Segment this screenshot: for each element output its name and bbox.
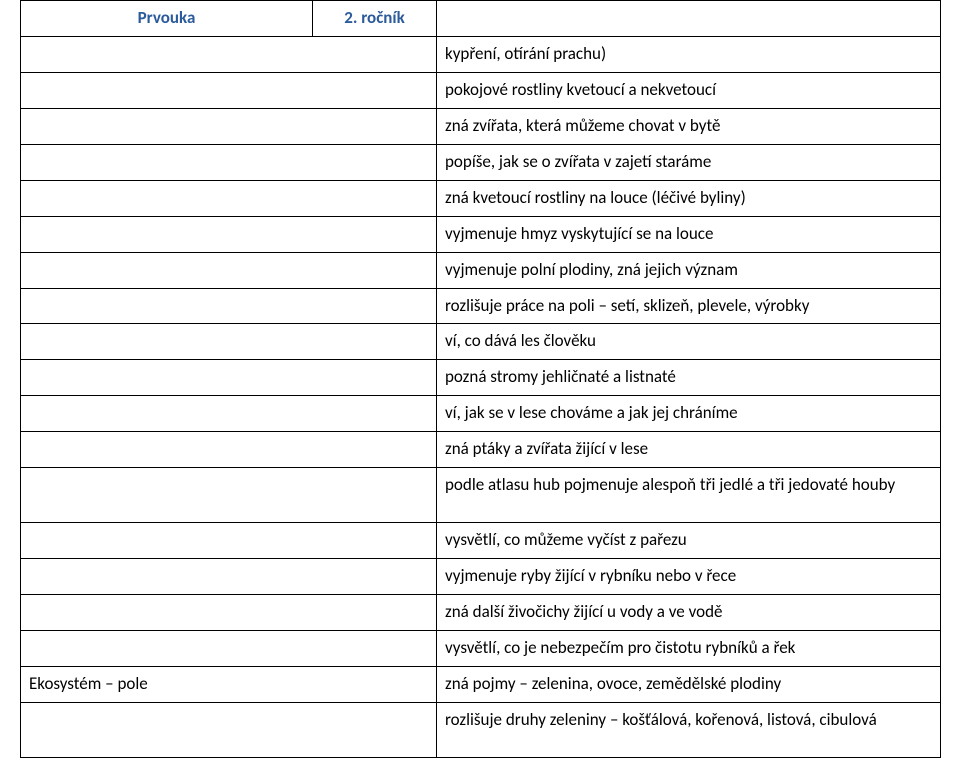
table-row: zná kvetoucí rostliny na louce (léčivé b… (21, 180, 941, 216)
row-right-cell: ví, jak se v lese chováme a jak jej chrá… (437, 396, 941, 432)
row-left-cell (21, 432, 437, 468)
row-right-cell: zná zvířata, která můžeme chovat v bytě (437, 108, 941, 144)
row-right-cell: zná pojmy – zelenina, ovoce, zemědělské … (437, 666, 941, 702)
table-row: podle atlasu hub pojmenuje alespoň tři j… (21, 468, 941, 523)
table-header-row: Prvouka2. ročník (21, 1, 941, 37)
row-right-cell: zná kvetoucí rostliny na louce (léčivé b… (437, 180, 941, 216)
row-right-cell: pokojové rostliny kvetoucí a nekvetoucí (437, 72, 941, 108)
table-row: zná další živočichy žijící u vody a ve v… (21, 595, 941, 631)
row-right-cell: kypření, otírání prachu) (437, 36, 941, 72)
table-row: vyjmenuje ryby žijící v rybníku nebo v ř… (21, 559, 941, 595)
row-left-cell (21, 559, 437, 595)
row-left-cell (21, 108, 437, 144)
table-row: pozná stromy jehličnaté a listnaté (21, 360, 941, 396)
row-left-cell (21, 523, 437, 559)
row-left-cell: Ekosystém – pole (21, 666, 437, 702)
row-right-cell: zná ptáky a zvířata žijící v lese (437, 432, 941, 468)
row-right-cell: vysvětlí, co můžeme vyčíst z pařezu (437, 523, 941, 559)
header-col-3 (437, 1, 941, 37)
row-left-cell (21, 631, 437, 667)
table-row: kypření, otírání prachu) (21, 36, 941, 72)
table-row: pokojové rostliny kvetoucí a nekvetoucí (21, 72, 941, 108)
table-row: vysvětlí, co je nebezpečím pro čistotu r… (21, 631, 941, 667)
table-row: vyjmenuje polní plodiny, zná jejich význ… (21, 252, 941, 288)
table-row: ví, jak se v lese chováme a jak jej chrá… (21, 396, 941, 432)
table-row: rozlišuje druhy zeleniny – košťálová, ko… (21, 702, 941, 757)
table-row: vysvětlí, co můžeme vyčíst z pařezu (21, 523, 941, 559)
row-left-cell (21, 216, 437, 252)
table-row: Ekosystém – polezná pojmy – zelenina, ov… (21, 666, 941, 702)
row-right-cell: vysvětlí, co je nebezpečím pro čistotu r… (437, 631, 941, 667)
row-left-cell (21, 702, 437, 757)
row-left-cell (21, 252, 437, 288)
row-right-cell: zná další živočichy žijící u vody a ve v… (437, 595, 941, 631)
table-row: rozlišuje práce na poli – setí, sklizeň,… (21, 288, 941, 324)
table-row: popíše, jak se o zvířata v zajetí starám… (21, 144, 941, 180)
row-left-cell (21, 396, 437, 432)
table-row: vyjmenuje hmyz vyskytující se na louce (21, 216, 941, 252)
row-left-cell (21, 72, 437, 108)
row-left-cell (21, 360, 437, 396)
row-left-cell (21, 468, 437, 523)
row-left-cell (21, 288, 437, 324)
row-right-cell: ví, co dává les člověku (437, 324, 941, 360)
row-right-cell: podle atlasu hub pojmenuje alespoň tři j… (437, 468, 941, 523)
header-col-2: 2. ročník (313, 1, 437, 37)
row-left-cell (21, 324, 437, 360)
row-right-cell: pozná stromy jehličnaté a listnaté (437, 360, 941, 396)
row-left-cell (21, 180, 437, 216)
header-col-1: Prvouka (21, 1, 313, 37)
curriculum-table: Prvouka2. ročníkkypření, otírání prachu)… (20, 0, 941, 758)
table-row: ví, co dává les člověku (21, 324, 941, 360)
table-row: zná ptáky a zvířata žijící v lese (21, 432, 941, 468)
table-row: zná zvířata, která můžeme chovat v bytě (21, 108, 941, 144)
row-left-cell (21, 595, 437, 631)
document-page: Prvouka2. ročníkkypření, otírání prachu)… (0, 0, 960, 778)
row-right-cell: vyjmenuje hmyz vyskytující se na louce (437, 216, 941, 252)
row-right-cell: rozlišuje práce na poli – setí, sklizeň,… (437, 288, 941, 324)
row-left-cell (21, 36, 437, 72)
row-right-cell: popíše, jak se o zvířata v zajetí starám… (437, 144, 941, 180)
row-left-cell (21, 144, 437, 180)
row-right-cell: vyjmenuje ryby žijící v rybníku nebo v ř… (437, 559, 941, 595)
row-right-cell: rozlišuje druhy zeleniny – košťálová, ko… (437, 702, 941, 757)
row-right-cell: vyjmenuje polní plodiny, zná jejich význ… (437, 252, 941, 288)
